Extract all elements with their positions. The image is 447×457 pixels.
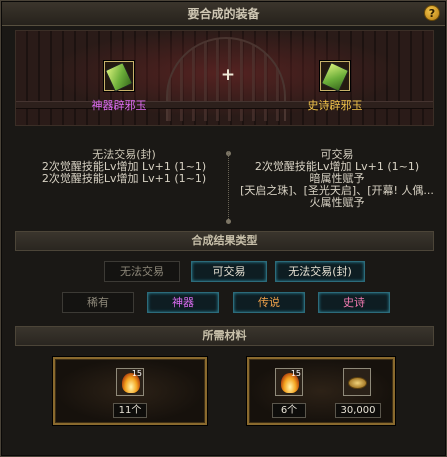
target-item-description: 可交易 2次觉醒技能Lv增加 Lv+1 (1~1) 暗属性赋予 [天启之珠]、[… [237,149,437,209]
source-item-name: 神器辟邪玉 [91,99,147,112]
plus-icon: + [220,65,236,85]
window-title-text: 要合成的装备 [187,7,260,21]
grade-legendary[interactable]: 传说 [233,292,305,313]
target-item-slot[interactable] [320,61,350,93]
material-slot[interactable]: 15 [275,368,303,396]
grade-rare[interactable]: 稀有 [62,292,134,313]
material-quantity: 6个 [272,403,306,418]
target-item-name: 史诗辟邪玉 [307,99,363,112]
grade-artifact[interactable]: 神器 [147,292,219,313]
option-untradeable-sealed[interactable]: 无法交易(封) [275,261,365,282]
gold-quantity: 30,000 [335,403,381,418]
materials-header: 所需材料 [15,326,434,346]
option-untradeable[interactable]: 无法交易 [104,261,180,282]
grade-epic[interactable]: 史诗 [318,292,390,313]
divider [228,151,229,221]
stack-badge: 15 [290,369,301,378]
source-item-slot[interactable] [104,61,134,93]
result-type-header: 合成结果类型 [15,231,434,251]
option-tradeable[interactable]: 可交易 [191,261,267,282]
source-item-description: 无法交易(封) 2次觉醒技能Lv增加 Lv+1 (1~1) 2次觉醒技能Lv增加… [29,149,219,185]
option-line: 火属性赋予 [309,196,365,209]
material-slot[interactable]: 15 [116,368,144,396]
gold-coins-icon [348,377,367,389]
gold-slot[interactable] [343,368,371,396]
help-icon[interactable]: ? [424,5,440,21]
material-quantity: 11个 [113,403,147,418]
jade-icon [320,61,350,93]
stack-badge: 15 [131,369,142,378]
jade-icon [104,61,134,93]
window-title: 要合成的装备 [2,2,445,26]
option-line: 2次觉醒技能Lv增加 Lv+1 (1~1) [41,172,207,185]
synthesis-window: 要合成的装备 ? 神器辟邪玉 + 史诗辟邪玉 无法交易(封) 2次觉醒技能Lv增… [0,0,447,457]
divider-dot [226,219,231,224]
